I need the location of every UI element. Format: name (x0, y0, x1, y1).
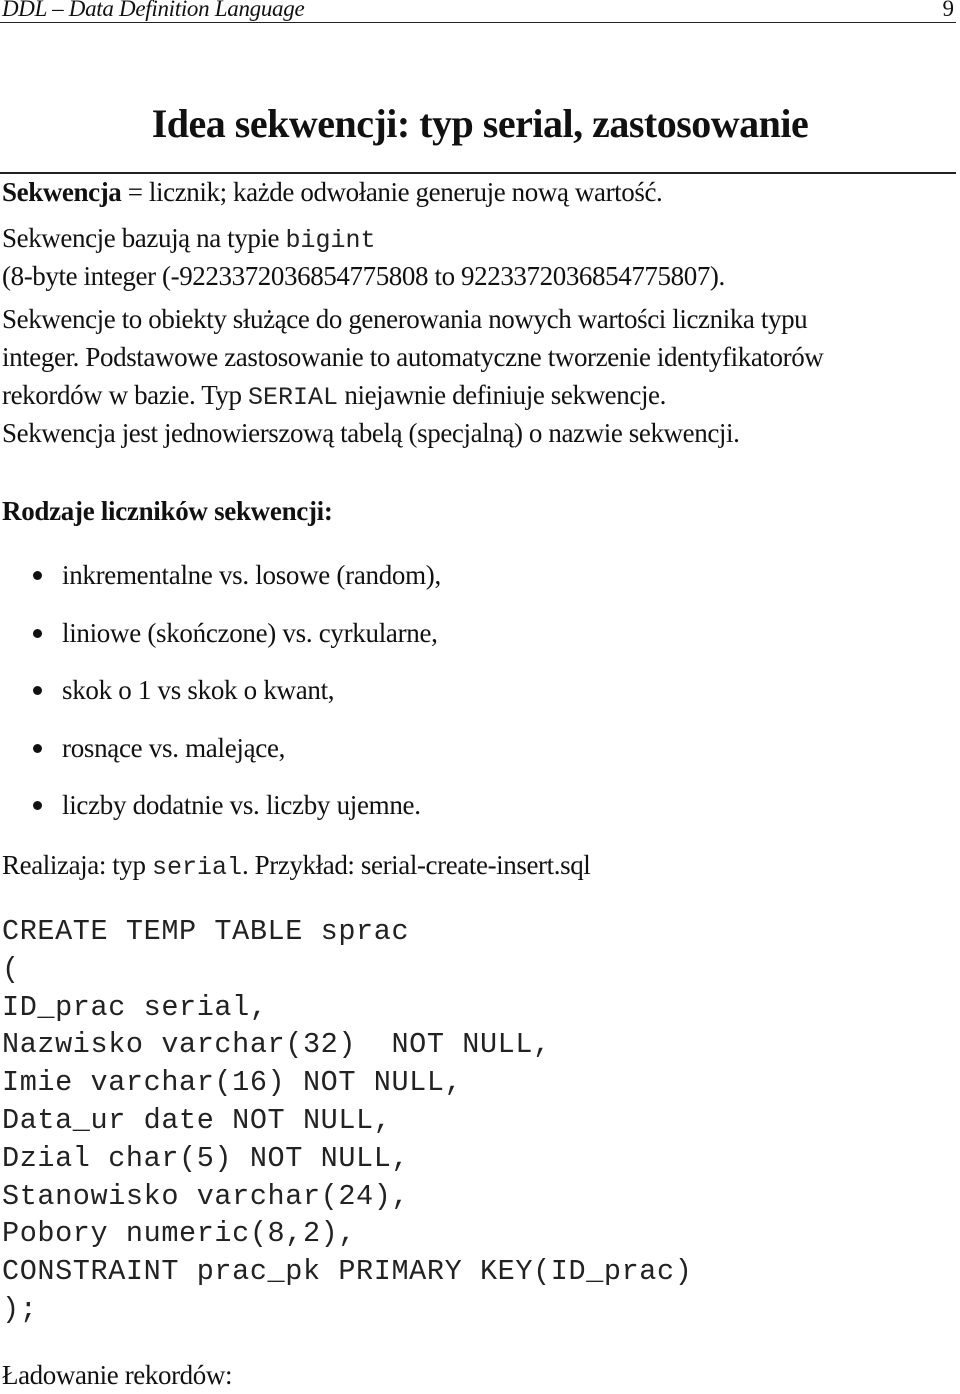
list-item: rosnące vs. malejące, (0, 729, 441, 787)
code-line: Dzial char(5) NOT NULL, (2, 1141, 410, 1175)
slide-title: Idea sekwencji: typ serial, zastosowanie (151, 101, 809, 146)
serial-keyword: SERIAL (248, 383, 339, 412)
list-item: skok o 1 vs skok o kwant, (0, 671, 441, 729)
loading-records-heading: Ładowanie rekordów: (2, 1360, 233, 1390)
paragraph-line-3-prefix: rekordów w bazie. Typ (2, 380, 248, 410)
paragraph-line-4: Sekwencja jest jednowierszową tabelą (sp… (2, 418, 740, 448)
code-line: Data_ur date NOT NULL, (2, 1103, 392, 1137)
bigint-line: Sekwencje bazują na typie bigint (2, 219, 376, 260)
bullet-icon (33, 686, 42, 695)
paragraph-line-3: rekordów w bazie. Typ SERIAL niejawnie d… (2, 376, 666, 417)
list-item: liczby dodatnie vs. liczby ujemne. (0, 786, 441, 844)
realization-line: Realizaja: typ serial. Przykład: serial-… (2, 846, 591, 887)
paragraph-line-2: integer. Podstawowe zastosowanie to auto… (2, 342, 824, 372)
range-line: (8-byte integer (-9223372036854775808 to… (2, 261, 725, 291)
list-item: inkrementalne vs. losowe (random), (0, 556, 441, 614)
code-line: Stanowisko varchar(24), (2, 1179, 410, 1213)
definition-text: = licznik; każde odwołanie generuje nową… (121, 177, 663, 207)
code-line: Nazwisko varchar(32) NOT NULL, (2, 1028, 551, 1062)
list-item-text: liczby dodatnie vs. liczby ujemne. (62, 790, 421, 820)
code-line: ); (2, 1292, 38, 1326)
definition-line: Sekwencja = licznik; każde odwołanie gen… (2, 173, 663, 211)
paragraph-line-1: Sekwencje to obiekty służące do generowa… (2, 304, 808, 334)
list-item-text: liniowe (skończone) vs. cyrkularne, (62, 617, 438, 648)
code-line: Imie varchar(16) NOT NULL, (2, 1066, 463, 1100)
bullet-icon (33, 571, 42, 580)
list-item-text: rosnące vs. malejące, (62, 732, 286, 763)
bullet-icon (33, 801, 42, 810)
code-line: Pobory numeric(8,2), (2, 1217, 357, 1251)
code-line: ( (2, 952, 20, 986)
bigint-prefix: Sekwencje bazują na typie (2, 223, 286, 253)
realization-code: serial (151, 853, 242, 882)
list-item: liniowe (skończone) vs. cyrkularne, (0, 614, 441, 672)
running-title: DDL – Data Definition Language (2, 0, 305, 21)
sql-code-listing: CREATE TEMP TABLE sprac ( ID_prac serial, N… (2, 913, 692, 1329)
page-number: 9 (942, 0, 955, 21)
list-item-text: skok o 1 vs skok o kwant, (62, 675, 335, 705)
definition-term: Sekwencja (2, 177, 122, 207)
bigint-code: bigint (285, 226, 376, 255)
bullet-icon (33, 628, 42, 638)
code-line: CREATE TEMP TABLE sprac (2, 915, 410, 948)
code-line: ID_prac serial, (2, 990, 268, 1024)
bullet-icon (33, 743, 42, 753)
list-item-text: inkrementalne vs. losowe (random), (62, 560, 441, 590)
code-line: CONSTRAINT prac_pk PRIMARY KEY(ID_prac) (2, 1255, 693, 1289)
paragraph-line-3-suffix: niejawnie definiuje sekwencje. (338, 380, 666, 410)
realization-suffix: . Przykład: serial-create-insert.sql (241, 850, 591, 880)
counter-types-list: inkrementalne vs. losowe (random), linio… (0, 556, 441, 844)
realization-prefix: Realizaja: typ (2, 850, 152, 880)
running-header: DDL – Data Definition Language 9 (0, 0, 956, 23)
counter-types-heading: Rodzaje liczników sekwencji: (2, 496, 333, 526)
